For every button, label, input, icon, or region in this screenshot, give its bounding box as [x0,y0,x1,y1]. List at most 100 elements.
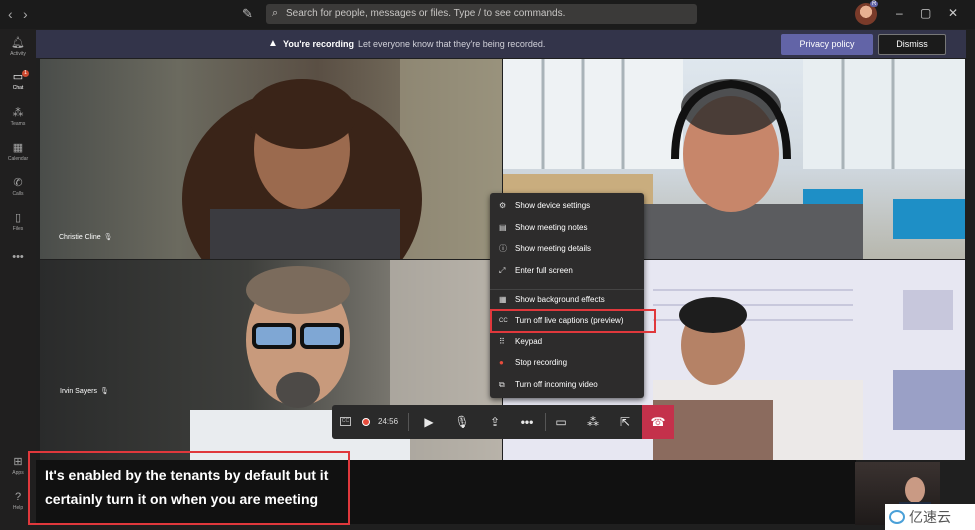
call-controls-bar: CC 24:56 ▶︎ 🎙︎ ⇪ ••• ▭ ⁂ ⇱ ☎ [332,405,674,439]
notes-icon: ▤ [499,223,507,232]
banner-message: You're recording Let everyone know that t… [283,39,545,49]
minimize-icon[interactable]: – [896,6,903,20]
rail-item-label: Help [12,505,24,511]
menu-item-meeting-notes[interactable]: ▤ Show meeting notes [490,218,644,238]
menu-item-label: Show meeting details [515,244,592,253]
close-icon[interactable]: ✕ [948,6,958,20]
menu-item-label: Show background effects [515,295,605,304]
watermark-text: 亿速云 [909,509,951,525]
more-icon: ••• [520,415,534,429]
menu-item-label: Show meeting notes [515,223,588,232]
background-effects-icon: ▦ [499,295,507,304]
chat-button[interactable]: ▭ [546,405,576,439]
more-actions-menu: ⚙ Show device settings ▤ Show meeting note… [490,193,644,398]
mic-icon: 🎙︎ [454,415,470,429]
video-tile-christie[interactable]: Christie Cline 🎙︎ [40,59,502,259]
menu-item-keypad[interactable]: ⠿ Keypad [490,332,644,352]
search-icon: ⌕ [272,7,279,19]
camera-icon: ▶︎ [424,415,434,429]
call-timer: 24:56 [378,417,399,426]
maximize-icon[interactable]: ▢ [920,6,931,20]
rail-item-label: Activity [10,51,26,57]
recording-indicator-icon [362,418,370,426]
unread-badge: 1 [22,70,29,77]
warning-icon: ▲ [268,38,278,49]
file-icon: ▯ [14,212,22,224]
rail-item-calendar[interactable]: ▦ Calendar [0,142,36,162]
dismiss-button[interactable]: Dismiss [878,34,946,55]
privacy-policy-button[interactable]: Privacy policy [781,34,873,55]
chat-icon: ▭ [12,71,24,83]
participants-icon: ⁂ [587,415,599,429]
recording-banner: ▲ You're recording Let everyone know that… [36,30,966,58]
captions-icon[interactable]: CC [340,417,351,426]
menu-item-label: Stop recording [515,358,568,367]
highlight-box [490,309,656,333]
banner-title: You're recording [283,39,354,49]
menu-item-incoming-video[interactable]: ⧉ Turn off incoming video [490,375,644,395]
watermark-icon [889,510,905,524]
menu-item-meeting-details[interactable]: ⓘ Show meeting details [490,239,644,259]
rail-item-label: Calendar [7,156,29,162]
forward-arrow-icon[interactable]: › [23,6,28,22]
status-badge: R [870,1,879,7]
mic-button[interactable]: 🎙︎ [447,405,477,439]
info-icon: ⓘ [499,244,507,253]
hang-up-button[interactable]: ☎ [642,405,674,439]
menu-item-stop-recording[interactable]: ● Stop recording [490,353,644,373]
bell-icon: 🔔︎ [11,37,25,49]
participant-name: Irvin Sayers [60,388,97,395]
compose-icon[interactable]: ✎ [242,6,253,22]
menu-item-full-screen[interactable]: ⤢ Enter full screen [490,261,644,281]
rail-item-calls[interactable]: ✆ Calls [0,177,36,197]
rail-item-files[interactable]: ▯ Files [0,212,36,232]
rail-item-label: Apps [12,470,24,476]
rail-item-more[interactable]: ••• [0,251,36,265]
rail-item-label: Teams [10,121,26,127]
menu-item-label: Keypad [515,337,543,346]
title-bar: ‹ › ✎ ⌕ Search for people, messages or f… [0,0,975,29]
calendar-icon: ▦ [12,142,24,154]
mic-muted-icon: 🎙︎ [103,234,113,241]
menu-item-background-effects[interactable]: ▦ Show background effects [490,289,644,309]
more-actions-button[interactable]: ••• [512,405,542,439]
highlight-box [28,451,350,525]
rail-item-label: Chat [12,85,24,91]
share-screen-icon: ⇪ [489,415,501,429]
fullscreen-icon: ⤢ [499,266,506,275]
menu-item-label: Enter full screen [515,266,573,275]
banner-text: Let everyone know that they're being rec… [358,39,546,49]
rail-item-teams[interactable]: ⁂ Teams [0,107,36,127]
pop-out-icon: ⇱ [619,415,631,429]
back-arrow-icon[interactable]: ‹ [8,6,13,22]
menu-item-label: Turn off incoming video [515,380,598,389]
rail-item-label: Files [12,226,24,232]
pop-out-button[interactable]: ⇱ [610,405,640,439]
hang-up-icon: ☎ [650,415,666,429]
watermark-logo: 亿速云 [885,504,975,530]
divider [408,413,409,431]
record-icon: ● [499,358,504,367]
participant-name: Christie Cline [59,234,101,241]
participant-video [182,59,502,259]
chat-icon: ▭ [555,415,567,429]
phone-icon: ✆ [13,177,23,189]
camera-button[interactable]: ▶︎ [414,405,444,439]
gear-icon: ⚙ [499,201,507,210]
participants-button[interactable]: ⁂ [578,405,608,439]
rail-item-label: Calls [12,191,24,197]
search-input[interactable]: ⌕ Search for people, messages or files. … [266,4,697,24]
more-icon: ••• [12,251,24,263]
participant-name-tag: Irvin Sayers 🎙︎ [60,387,109,395]
rail-item-chat[interactable]: ▭ 1 Chat [0,70,36,91]
mic-muted-icon: 🎙︎ [99,388,109,395]
search-placeholder: Search for people, messages or files. Ty… [286,8,566,19]
share-button[interactable]: ⇪ [480,405,510,439]
video-off-icon: ⧉ [499,380,505,389]
menu-item-device-settings[interactable]: ⚙ Show device settings [490,196,644,216]
keypad-icon: ⠿ [499,337,505,346]
menu-item-label: Show device settings [515,201,591,210]
teams-icon: ⁂ [12,107,24,119]
participant-name-tag: Christie Cline 🎙︎ [59,233,113,241]
rail-item-activity[interactable]: 🔔︎ Activity [0,37,36,57]
